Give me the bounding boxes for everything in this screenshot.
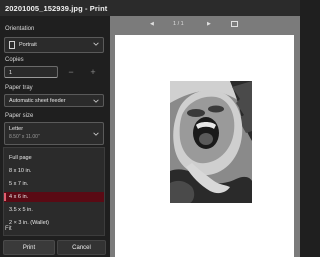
window-title: 20201005_152939.jpg - Print xyxy=(5,3,108,13)
previous-page-button[interactable]: ◀ xyxy=(150,21,154,27)
copies-input[interactable]: 1 xyxy=(4,66,58,78)
next-page-button[interactable]: ▶ xyxy=(207,21,211,27)
chevron-down-icon xyxy=(93,99,99,103)
photo-size-option[interactable]: 8 x 10 in. xyxy=(4,166,104,176)
preview-page xyxy=(115,35,294,257)
paper-tray-label: Paper tray xyxy=(5,85,33,91)
orientation-value: Portrait xyxy=(19,42,37,48)
page-indicator: 1 / 1 xyxy=(173,21,184,27)
photo-size-option[interactable]: Full page xyxy=(4,153,104,163)
chevron-down-icon xyxy=(93,132,99,136)
orientation-dropdown[interactable]: Portrait xyxy=(4,37,104,53)
paper-size-dropdown[interactable]: Letter 8.50" x 11.00" xyxy=(4,122,104,145)
cancel-button[interactable]: Cancel xyxy=(57,240,106,255)
orientation-label: Orientation xyxy=(5,26,35,32)
photo-size-option-selected[interactable]: 4 x 6 in. xyxy=(4,192,104,202)
preview-photo xyxy=(170,81,252,203)
paper-tray-value: Automatic sheet feeder xyxy=(9,98,66,104)
print-settings-panel: Orientation Portrait Copies 1 − + Paper … xyxy=(0,16,109,257)
paper-size-value: Letter xyxy=(9,126,24,132)
photo-size-option[interactable]: 3.5 x 5 in. xyxy=(4,205,104,215)
paper-size-label: Paper size xyxy=(5,113,34,119)
copies-label: Copies xyxy=(5,57,24,63)
increment-copies-button[interactable]: + xyxy=(88,66,98,78)
portrait-page-icon xyxy=(9,41,15,49)
paper-size-dimensions: 8.50" x 11.00" xyxy=(9,134,40,140)
print-preview: ◀ 1 / 1 ▶ xyxy=(110,16,300,257)
copies-value: 1 xyxy=(9,69,13,76)
paper-tray-dropdown[interactable]: Automatic sheet feeder xyxy=(4,94,104,107)
title-bar: 20201005_152939.jpg - Print xyxy=(0,0,300,16)
photo-size-option[interactable]: 5 x 7 in. xyxy=(4,179,104,189)
photo-size-option[interactable]: 2 × 3 in. (Wallet) xyxy=(4,218,104,228)
decrement-copies-button[interactable]: − xyxy=(66,66,76,78)
chevron-down-icon xyxy=(93,42,99,46)
fit-label: Fit xyxy=(5,226,12,232)
photo-size-list: Full page 8 x 10 in. 5 x 7 in. 4 x 6 in.… xyxy=(3,147,105,236)
print-button[interactable]: Print xyxy=(3,240,55,255)
page-navigator: ◀ 1 / 1 ▶ xyxy=(110,20,300,30)
fit-to-window-icon[interactable] xyxy=(231,21,238,27)
